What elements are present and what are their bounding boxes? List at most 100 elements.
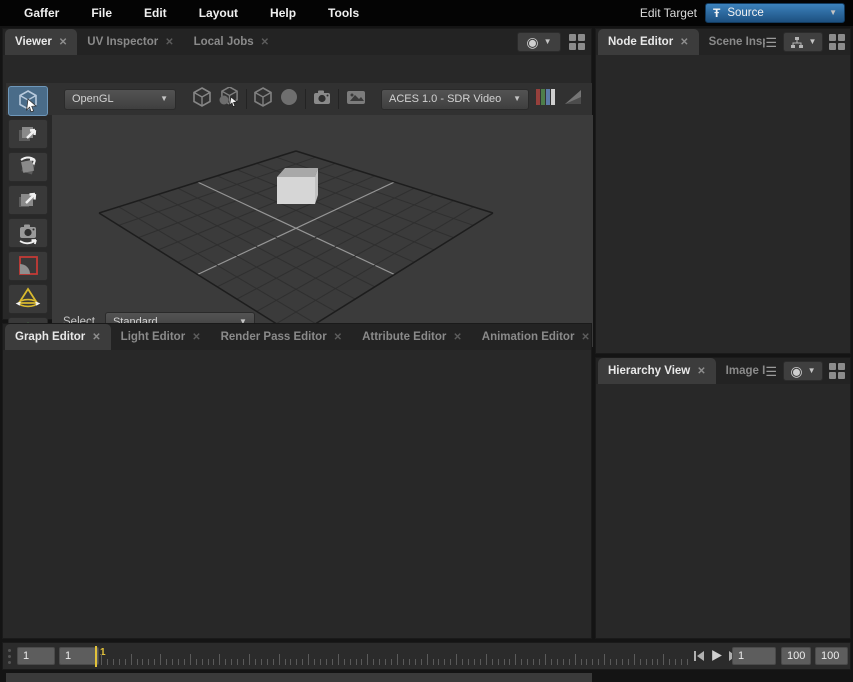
tab-uv-inspector-label: UV Inspector: [87, 36, 158, 48]
close-icon[interactable]: ✕: [261, 37, 269, 48]
node-editor-tabbar: Node Editor ✕ Scene Inspecto ☰ ▼: [596, 29, 850, 55]
target-icon: ◉: [526, 35, 538, 49]
timeline-grip[interactable]: [8, 649, 11, 664]
tab-attribute-editor[interactable]: Attribute Editor ✕: [352, 324, 472, 350]
tab-attribute-editor-label: Attribute Editor: [362, 331, 446, 343]
viewer-tabbar: Viewer ✕ UV Inspector ✕ Local Jobs ✕ ◉ ▼: [3, 29, 591, 55]
caret-down-icon: ▼: [829, 9, 837, 17]
viewer-tool-column: [8, 86, 50, 347]
expansion-cube-icon[interactable]: [192, 87, 212, 112]
light-tool-button[interactable]: [8, 284, 48, 314]
menu-help[interactable]: Help: [254, 6, 312, 20]
tab-viewer-label: Viewer: [15, 36, 52, 48]
tab-node-editor[interactable]: Node Editor ✕: [598, 29, 699, 55]
layout-menu-icon[interactable]: [569, 34, 585, 50]
editor-focus-menu-button[interactable]: ◉ ▼: [517, 32, 561, 52]
menu-tools[interactable]: Tools: [312, 6, 375, 20]
close-icon[interactable]: ✕: [680, 37, 688, 48]
tab-scene-inspector[interactable]: Scene Inspecto: [699, 29, 766, 55]
display-transform-value: ACES 1.0 - SDR Video: [389, 93, 501, 105]
tab-viewer[interactable]: Viewer ✕: [5, 29, 77, 55]
target-icon: ◉: [790, 364, 802, 378]
rotate-tool-button[interactable]: [8, 152, 48, 182]
crop-window-tool-button[interactable]: [8, 251, 48, 281]
tab-local-jobs-label: Local Jobs: [194, 36, 254, 48]
tab-image-inspector[interactable]: Image Inspe: [716, 358, 766, 384]
tab-local-jobs[interactable]: Local Jobs ✕: [184, 29, 279, 55]
timeline-current-right-field[interactable]: [732, 647, 776, 665]
graph-canvas[interactable]: e Cube: [6, 673, 592, 682]
timeline-end-field[interactable]: [781, 647, 811, 665]
node-editor-panel: Node Editor ✕ Scene Inspecto ☰ ▼ Node Na…: [595, 28, 851, 354]
caret-down-icon: ▼: [160, 95, 168, 103]
close-icon[interactable]: ✕: [697, 366, 705, 377]
close-icon[interactable]: ✕: [192, 332, 200, 343]
graph-editor-panel: Graph Editor ✕ Light Editor ✕ Render Pas…: [2, 323, 592, 639]
close-icon[interactable]: ✕: [334, 332, 342, 343]
exposure-gamma-icon[interactable]: [563, 88, 583, 111]
camera-icon[interactable]: [312, 87, 332, 112]
scene-view-icon[interactable]: [345, 87, 367, 112]
node-tree-icon: [790, 36, 804, 49]
caret-down-icon: ▼: [513, 95, 521, 103]
renderer-dropdown[interactable]: OpenGL ▼: [64, 89, 176, 110]
play-button[interactable]: [710, 649, 723, 667]
tab-overflow-menu-icon[interactable]: ☰: [765, 36, 777, 49]
scale-tool-button[interactable]: [8, 185, 48, 215]
close-icon[interactable]: ✕: [165, 37, 173, 48]
timeline-start-field[interactable]: [17, 647, 55, 665]
drawing-mode-cube-icon[interactable]: [253, 87, 273, 112]
tab-overflow-menu-icon[interactable]: ☰: [765, 365, 777, 378]
pin-icon: Ŧ: [713, 6, 720, 20]
caret-down-icon: ▼: [808, 367, 816, 375]
hierarchy-tabbar: Hierarchy View ✕ Image Inspe ☰ ◉ ▼: [596, 358, 850, 384]
close-icon[interactable]: ✕: [453, 332, 461, 343]
menu-bar: Gaffer File Edit Layout Help Tools Edit …: [0, 0, 853, 26]
close-icon[interactable]: ✕: [581, 332, 589, 343]
layout-menu-icon[interactable]: [829, 363, 845, 379]
tab-scene-inspector-label: Scene Inspecto: [709, 36, 766, 48]
edit-target-dropdown[interactable]: Ŧ Source ▼: [705, 3, 845, 23]
tab-animation-editor-label: Animation Editor: [482, 331, 575, 343]
tab-hierarchy-view-label: Hierarchy View: [608, 365, 690, 377]
skip-to-start-button[interactable]: [693, 649, 705, 667]
tab-render-pass-editor-label: Render Pass Editor: [221, 331, 327, 343]
frame-ruler[interactable]: [101, 646, 693, 668]
channels-rgb-icon[interactable]: [535, 88, 557, 111]
shading-mode-sphere-icon[interactable]: [279, 87, 299, 112]
editor-focus-menu-button[interactable]: ◉ ▼: [783, 361, 823, 381]
timeline-loop-end-field[interactable]: [815, 647, 848, 665]
select-tool-button[interactable]: [8, 86, 48, 116]
close-icon[interactable]: ✕: [59, 37, 67, 48]
caret-down-icon: ▼: [809, 38, 817, 46]
tab-render-pass-editor[interactable]: Render Pass Editor ✕: [211, 324, 352, 350]
timeline-bar: 1: [2, 642, 851, 670]
tab-image-inspector-label: Image Inspe: [726, 365, 766, 377]
menu-file[interactable]: File: [75, 6, 128, 20]
close-icon[interactable]: ✕: [92, 332, 100, 343]
tab-light-editor-label: Light Editor: [121, 331, 186, 343]
tab-uv-inspector[interactable]: UV Inspector ✕: [77, 29, 183, 55]
translate-tool-button[interactable]: [8, 119, 48, 149]
layout-menu-icon[interactable]: [829, 34, 845, 50]
caret-down-icon: ▼: [544, 38, 552, 46]
tab-hierarchy-view[interactable]: Hierarchy View ✕: [598, 358, 716, 384]
display-transform-dropdown[interactable]: ACES 1.0 - SDR Video ▼: [381, 89, 529, 110]
menu-edit[interactable]: Edit: [128, 6, 183, 20]
viewer-panel: Viewer ✕ UV Inspector ✕ Local Jobs ✕ ◉ ▼: [2, 28, 592, 320]
camera-tool-button[interactable]: [8, 218, 48, 248]
edit-target-label: Edit Target: [640, 6, 697, 20]
timeline-current-field[interactable]: [59, 647, 99, 665]
selection-mode-icon[interactable]: [218, 87, 240, 112]
tab-animation-editor[interactable]: Animation Editor ✕: [472, 324, 600, 350]
menu-gaffer[interactable]: Gaffer: [8, 6, 75, 20]
graph-tabbar: Graph Editor ✕ Light Editor ✕ Render Pas…: [3, 324, 591, 350]
playhead[interactable]: [95, 646, 97, 667]
tab-graph-editor-label: Graph Editor: [15, 331, 85, 343]
viewer-toolbar: OpenGL ▼ ACES 1.0 - SDR Video ▼: [6, 83, 592, 115]
tab-light-editor[interactable]: Light Editor ✕: [111, 324, 211, 350]
tab-graph-editor[interactable]: Graph Editor ✕: [5, 324, 111, 350]
editor-follow-menu-button[interactable]: ▼: [783, 32, 823, 52]
menu-layout[interactable]: Layout: [183, 6, 254, 20]
renderer-value: OpenGL: [72, 93, 114, 105]
